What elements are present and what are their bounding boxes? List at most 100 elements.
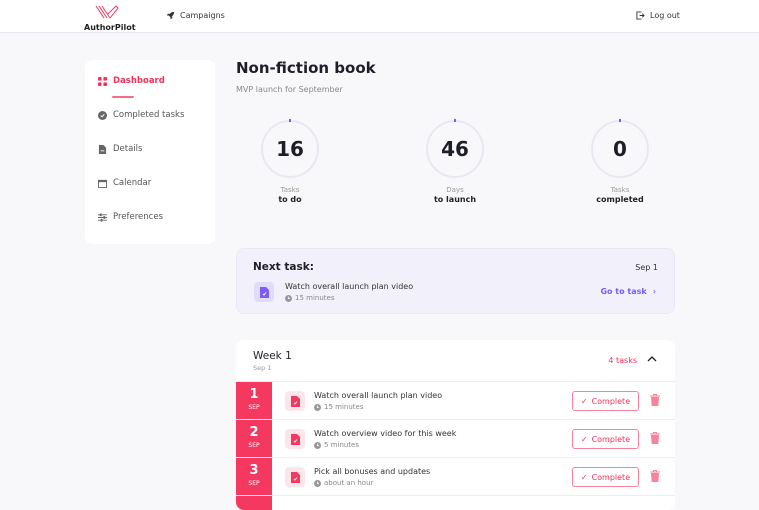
duration-text: 5 minutes [324,441,360,449]
next-task-title: Watch overall launch plan video [285,282,414,291]
sidebar-item-label: Details [113,144,143,154]
task-row: 1 SEP Watch overall launch plan video 15 … [236,381,675,420]
stat-label: Tasks [610,186,630,194]
logout-label: Log out [650,11,680,20]
trash-icon[interactable] [650,432,660,444]
sidebar-item-dashboard[interactable]: Dashboard [98,76,165,86]
task-title[interactable]: Watch overall launch plan video [314,391,442,400]
logo-icon [95,5,119,19]
stat-value: 16 [276,137,304,161]
stat-value: 0 [613,137,627,161]
task-month: SEP [248,404,260,411]
task-month: SEP [248,442,260,449]
stat-label-bold: to launch [433,195,477,204]
task-day: 2 [249,425,259,440]
task-title[interactable]: Watch overview video for this week [314,429,456,438]
progress-ring: 16 [261,119,319,178]
logo-text: AuthorPilot [84,23,136,32]
sidebar-item-label: Preferences [113,212,163,222]
top-bar: AuthorPilot Campaigns Log out [0,0,759,33]
logout-button[interactable]: Log out [636,11,680,20]
check-icon: ✓ [580,396,588,406]
sidebar-item-calendar[interactable]: Calendar [98,178,151,188]
duration-text: about an hour [324,479,374,487]
stat-days-to-launch: 46 Days to launch [405,119,505,204]
week-date: Sep 1 [253,364,272,372]
task-row: 3 SEP Pick all bonuses and updates about … [236,457,675,496]
stat-label: Tasks [280,186,300,194]
stat-label-bold: to do [278,195,302,204]
go-to-task-link[interactable]: Go to task › [600,287,656,296]
stat-value: 46 [441,137,469,161]
task-date-badge [236,496,272,510]
stat-label-bold: completed [596,195,644,204]
clock-icon [285,294,292,302]
check-icon: ✓ [580,434,588,444]
complete-button[interactable]: ✓ Complete [572,429,639,449]
clock-icon [314,441,321,449]
progress-ring: 0 [591,119,649,178]
task-row [236,495,675,510]
check-circle-icon [98,110,107,120]
video-file-icon [285,467,305,487]
next-task-card: Next task: Sep 1 Watch overall launch pl… [236,248,675,314]
week-task-count: 4 tasks [608,356,637,365]
clock-icon [314,403,321,411]
trash-icon[interactable] [650,394,660,406]
page-title: Non-fiction book [236,59,376,77]
sliders-icon [98,212,107,222]
complete-button[interactable]: ✓ Complete [572,467,639,487]
complete-label: Complete [591,396,631,406]
go-to-task-label: Go to task [600,287,647,296]
task-title[interactable]: Pick all bonuses and updates [314,467,430,476]
clock-icon [314,479,321,487]
complete-label: Complete [591,434,631,444]
task-day: 3 [249,463,259,478]
task-duration: 15 minutes [314,403,363,411]
grid-icon [98,76,107,86]
task-row: 2 SEP Watch overview video for this week … [236,419,675,458]
task-date-badge: 2 SEP [236,420,272,458]
rocket-icon [166,11,175,20]
sidebar-item-preferences[interactable]: Preferences [98,212,163,222]
stat-tasks-to-do: 16 Tasks to do [240,119,340,204]
nav-campaigns[interactable]: Campaigns [166,11,225,20]
task-date-badge: 1 SEP [236,382,272,420]
active-indicator [112,96,134,98]
chevron-right-icon: › [652,287,656,296]
video-file-icon [254,282,274,302]
sidebar-item-label: Completed tasks [113,110,185,120]
stat-tasks-completed: 0 Tasks completed [570,119,670,204]
logo[interactable]: AuthorPilot [84,4,136,32]
video-file-icon [285,429,305,449]
week-title: Week 1 [253,350,292,362]
document-icon [98,144,107,154]
week-card: Week 1 Sep 1 4 tasks 1 SEP Watch overall … [236,340,675,510]
duration-text: 15 minutes [295,294,335,302]
task-month: SEP [248,480,260,487]
complete-label: Complete [591,472,631,482]
trash-icon[interactable] [650,470,660,482]
page-subtitle: MVP launch for September [236,85,343,94]
next-task-duration: 15 minutes [285,294,334,302]
progress-ring: 46 [426,119,484,178]
logout-icon [636,11,645,20]
next-task-date: Sep 1 [635,263,658,272]
check-icon: ✓ [580,472,588,482]
next-task-heading: Next task: [253,261,314,273]
sidebar: Dashboard Completed tasks Details Calend… [85,60,215,244]
complete-button[interactable]: ✓ Complete [572,391,639,411]
sidebar-item-details[interactable]: Details [98,144,142,154]
task-date-badge: 3 SEP [236,458,272,496]
stat-label: Days [446,186,464,194]
calendar-icon [98,179,107,188]
sidebar-item-label: Calendar [113,178,152,188]
sidebar-item-label: Dashboard [113,76,165,86]
video-file-icon [285,391,305,411]
chevron-up-icon[interactable] [647,355,657,362]
task-duration: 5 minutes [314,441,359,449]
task-duration: about an hour [314,479,373,487]
task-day: 1 [249,387,259,402]
sidebar-item-completed-tasks[interactable]: Completed tasks [98,110,184,120]
duration-text: 15 minutes [324,403,364,411]
